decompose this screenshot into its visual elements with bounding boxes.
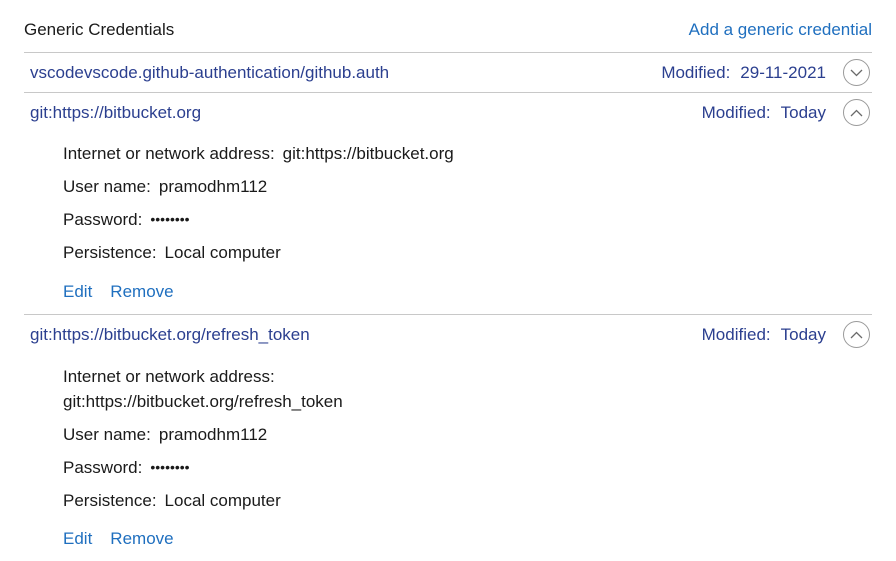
credential-item-github-auth: vscodevscode.github-authentication/githu…	[24, 52, 872, 93]
chevron-up-icon[interactable]	[843, 321, 870, 348]
username-value: pramodhm112	[158, 177, 268, 196]
username-row: User name: pramodhm112	[63, 177, 267, 197]
credential-name[interactable]: git:https://bitbucket.org/refresh_token	[30, 325, 310, 345]
address-value: git:https://bitbucket.org	[282, 144, 454, 163]
credential-header[interactable]: git:https://bitbucket.org/refresh_token …	[24, 315, 872, 355]
address-label: Internet or network address:	[63, 367, 275, 386]
persistence-value: Local computer	[164, 491, 281, 510]
credential-name[interactable]: git:https://bitbucket.org	[30, 103, 201, 123]
persistence-label: Persistence:	[63, 243, 157, 262]
credential-modified: Modified: Today	[702, 325, 826, 345]
password-row: Password: ••••••••	[63, 210, 190, 230]
modified-label: Modified:	[701, 103, 771, 122]
modified-label: Modified:	[701, 325, 771, 344]
password-row: Password: ••••••••	[63, 458, 190, 478]
remove-link[interactable]: Remove	[110, 282, 173, 301]
modified-label: Modified:	[661, 63, 731, 82]
persistence-value: Local computer	[164, 243, 281, 262]
modified-value: Today	[780, 103, 826, 122]
persistence-row: Persistence: Local computer	[63, 243, 281, 263]
credential-name[interactable]: vscodevscode.github-authentication/githu…	[30, 63, 389, 83]
chevron-down-icon[interactable]	[843, 59, 870, 86]
modified-value: Today	[780, 325, 826, 344]
remove-link[interactable]: Remove	[110, 529, 173, 548]
credential-actions: Edit Remove	[63, 282, 174, 302]
password-label: Password:	[63, 210, 143, 229]
credential-header[interactable]: vscodevscode.github-authentication/githu…	[24, 53, 872, 93]
credential-item-bitbucket-refresh-token: git:https://bitbucket.org/refresh_token …	[24, 314, 872, 555]
modified-value: 29-11-2021	[740, 63, 826, 82]
credential-manager-page: Generic Credentials Add a generic creden…	[0, 0, 896, 561]
persistence-label: Persistence:	[63, 491, 157, 510]
edit-link[interactable]: Edit	[63, 282, 92, 301]
password-value: ••••••••	[150, 459, 190, 475]
username-label: User name:	[63, 425, 151, 444]
password-value: ••••••••	[150, 211, 190, 227]
address-label: Internet or network address:	[63, 144, 275, 163]
password-label: Password:	[63, 458, 143, 477]
username-row: User name: pramodhm112	[63, 425, 267, 445]
username-value: pramodhm112	[158, 425, 268, 444]
section-title: Generic Credentials	[24, 20, 175, 39]
address-row: Internet or network address: git:https://…	[63, 144, 454, 164]
add-generic-credential-link[interactable]: Add a generic credential	[689, 20, 872, 40]
username-label: User name:	[63, 177, 151, 196]
credential-actions: Edit Remove	[63, 529, 174, 549]
persistence-row: Persistence: Local computer	[63, 491, 281, 511]
credential-modified: Modified: Today	[702, 103, 826, 123]
address-value: git:https://bitbucket.org/refresh_token	[63, 392, 343, 411]
edit-link[interactable]: Edit	[63, 529, 92, 548]
credential-modified: Modified: 29-11-2021	[661, 63, 826, 83]
section-header: Generic Credentials Add a generic creden…	[24, 20, 872, 44]
credential-item-bitbucket: git:https://bitbucket.org Modified: Today…	[24, 92, 872, 315]
credential-header[interactable]: git:https://bitbucket.org Modified: Today	[24, 93, 872, 133]
chevron-up-icon[interactable]	[843, 99, 870, 126]
